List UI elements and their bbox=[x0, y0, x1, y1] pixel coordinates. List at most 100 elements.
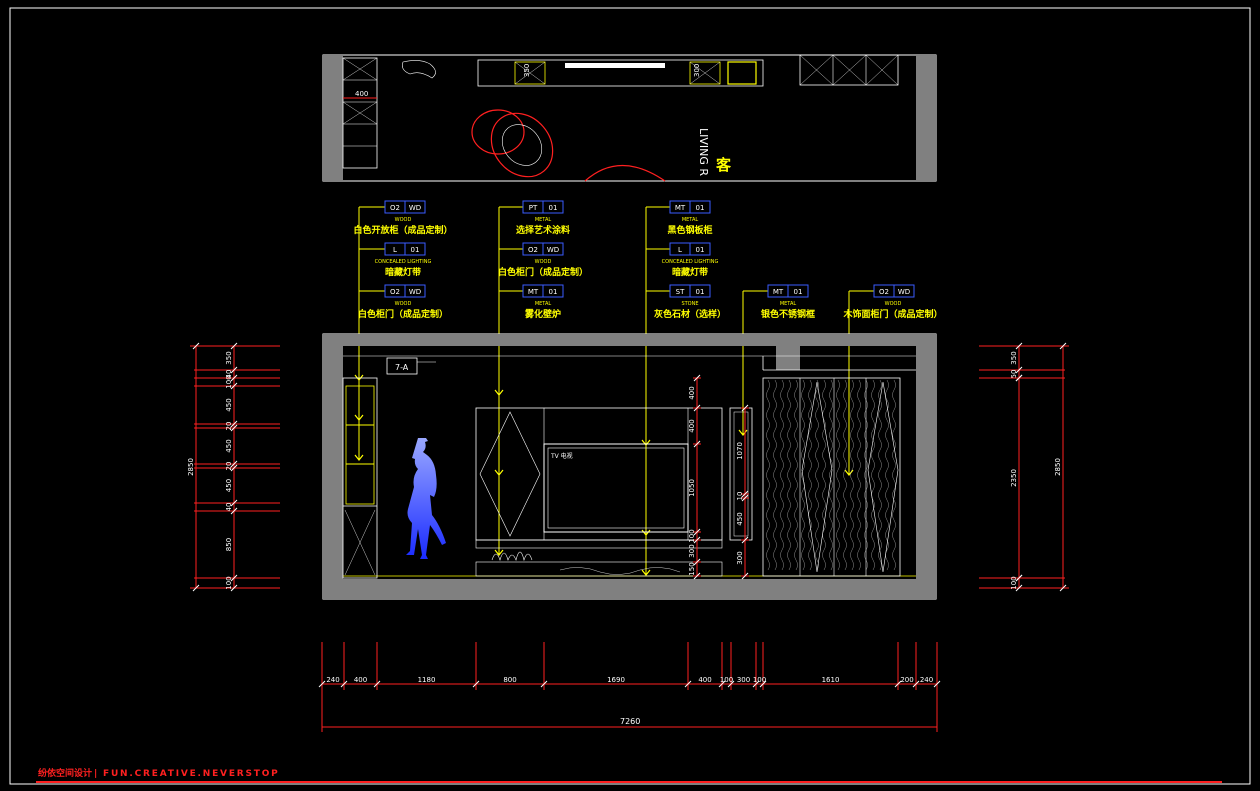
callout-sub: 01 bbox=[696, 204, 705, 212]
plan-dim-350: 350 bbox=[523, 64, 531, 77]
callout-category: WOOD bbox=[885, 301, 902, 307]
callout-code: MT bbox=[773, 288, 784, 296]
callout-sub: 01 bbox=[696, 246, 705, 254]
footer-brand: 纷依空间设计 bbox=[38, 767, 92, 779]
dim-label: 1610 bbox=[822, 676, 840, 684]
floor-slab bbox=[323, 579, 936, 599]
dim-label: 10 bbox=[736, 492, 744, 501]
callout-label: 暗藏灯带 bbox=[672, 266, 708, 278]
callout-label: 灰色石材（选样） bbox=[654, 308, 726, 320]
callout-category: CONCEALED LIGHTING bbox=[662, 259, 719, 265]
callout: L 01 CONCEALED LIGHTING暗藏灯带 bbox=[646, 242, 719, 278]
plan-right-cabinet bbox=[799, 54, 899, 86]
callout-sub: WD bbox=[409, 288, 421, 296]
callout-code: O2 bbox=[390, 288, 400, 296]
dim-label: 100 bbox=[225, 375, 233, 388]
dim-label: 400 bbox=[354, 676, 367, 684]
footer-slogan: FUN.CREATIVE.NEVERSTOP bbox=[103, 769, 280, 779]
callout-label: 白色柜门（成品定制） bbox=[498, 266, 588, 278]
dim-label: 40 bbox=[225, 503, 233, 512]
callout-code: O2 bbox=[879, 288, 889, 296]
total-dim: 7260 bbox=[620, 717, 640, 726]
dim-label: 240 bbox=[920, 676, 933, 684]
callout: ST 01 STONE灰色石材（选样） bbox=[646, 284, 726, 320]
elevation-view: 7-A TV 电视 350401004502045020450408501002… bbox=[187, 333, 1069, 600]
ceiling-slab bbox=[323, 334, 936, 346]
callout-label: 白色柜门（成品定制） bbox=[358, 308, 448, 320]
dim-label: 100 bbox=[753, 676, 766, 684]
dim-label: 450 bbox=[736, 512, 744, 525]
dim-label: 350 bbox=[1010, 351, 1018, 364]
dim-label: 100 bbox=[225, 576, 233, 589]
dim-label: 450 bbox=[225, 398, 233, 411]
dim-label: 350 bbox=[225, 351, 233, 364]
callout-code: O2 bbox=[390, 204, 400, 212]
dim-label: 50 bbox=[1010, 370, 1018, 379]
dim-label: 150 bbox=[688, 562, 696, 575]
callout-sub: 01 bbox=[549, 204, 558, 212]
dim-label: 300 bbox=[688, 544, 696, 557]
callout-label: 雾化壁炉 bbox=[524, 308, 561, 320]
dim-label: 100 bbox=[720, 676, 733, 684]
right-dimensions: 350 50 2350 100 2850 bbox=[979, 342, 1069, 592]
callout-sub: WD bbox=[409, 204, 421, 212]
left-wall bbox=[323, 334, 343, 599]
plan-right-wall bbox=[916, 55, 936, 181]
callout: MT 01 METAL黑色钢板柜 bbox=[646, 200, 713, 236]
callout: MT 01 METAL雾化壁炉 bbox=[499, 284, 564, 320]
dim-label: 200 bbox=[900, 676, 913, 684]
bottom-dimensions: 240 400 1180 800 1690 400 100 300 100 1610 200 240 bbox=[318, 642, 941, 690]
footer-separator: | bbox=[94, 769, 97, 779]
callout: O2 WD WOOD木饰面柜门（成品定制） bbox=[842, 284, 943, 320]
callout: L 01 CONCEALED LIGHTING暗藏灯带 bbox=[359, 242, 432, 278]
dim-label: 20 bbox=[225, 462, 233, 471]
callout-category: WOOD bbox=[395, 217, 412, 223]
dim-label: 300 bbox=[737, 676, 750, 684]
dim-label: 850 bbox=[225, 538, 233, 551]
callout-label: 银色不锈钢框 bbox=[761, 308, 815, 320]
callout: O2 WD WOOD白色开放柜（成品定制） bbox=[353, 200, 453, 236]
left-dimensions: 350401004502045020450408501002850 bbox=[187, 342, 280, 592]
dim-label: 300 bbox=[736, 551, 744, 564]
callout-category: WOOD bbox=[535, 259, 552, 265]
callout-code: ST bbox=[676, 288, 685, 296]
callout-label: 木饰面柜门（成品定制） bbox=[842, 308, 942, 320]
callout-sub: 01 bbox=[696, 288, 705, 296]
callout-label: 选择艺术涂料 bbox=[516, 224, 570, 236]
callout-code: MT bbox=[528, 288, 539, 296]
dim-label: 400 bbox=[688, 419, 696, 432]
callout-code: PT bbox=[529, 204, 538, 212]
callout-category: STONE bbox=[681, 301, 698, 307]
dim-label: 2850 bbox=[1054, 458, 1062, 476]
section-tag: 7-A bbox=[395, 363, 409, 372]
dim-label: 450 bbox=[225, 439, 233, 452]
callout-code: L bbox=[393, 246, 397, 254]
callout-sub: 01 bbox=[549, 288, 558, 296]
dim-label: 400 bbox=[698, 676, 711, 684]
lounge-chair-icon bbox=[471, 109, 554, 178]
callout-category: METAL bbox=[535, 217, 552, 223]
stone-base bbox=[475, 561, 723, 577]
tv-label: TV 电视 bbox=[550, 452, 573, 460]
right-wall bbox=[916, 334, 936, 599]
dim-label: 1070 bbox=[736, 442, 744, 460]
callout-code: MT bbox=[675, 204, 686, 212]
callout-sub: WD bbox=[898, 288, 910, 296]
callout-category: WOOD bbox=[395, 301, 412, 307]
plan-dim-300: 300 bbox=[693, 64, 701, 77]
callout: O2 WD WOOD白色柜门（成品定制） bbox=[358, 284, 448, 320]
callout-code: O2 bbox=[528, 246, 538, 254]
cad-drawing: 400 350 300 LIVING R 客 O2 WDWOOD白色开放柜（成品… bbox=[9, 7, 1251, 785]
callout: MT 01 METAL银色不锈钢框 bbox=[743, 284, 815, 320]
dim-label: 2350 bbox=[1010, 469, 1018, 487]
dim-label: 100 bbox=[1010, 576, 1018, 589]
callout-category: CONCEALED LIGHTING bbox=[375, 259, 432, 265]
callouts: O2 WDWOOD白色开放柜（成品定制）L 01CONCEALED LIGHTING… bbox=[353, 200, 943, 576]
dim-label: 1050 bbox=[688, 479, 696, 497]
callout-category: METAL bbox=[780, 301, 797, 307]
callout-sub: 01 bbox=[794, 288, 803, 296]
dim-label: 2850 bbox=[187, 458, 195, 476]
callout: O2 WD WOOD白色柜门（成品定制） bbox=[498, 242, 588, 278]
left-open-cabinet bbox=[342, 377, 378, 579]
plan-outline bbox=[322, 54, 937, 182]
